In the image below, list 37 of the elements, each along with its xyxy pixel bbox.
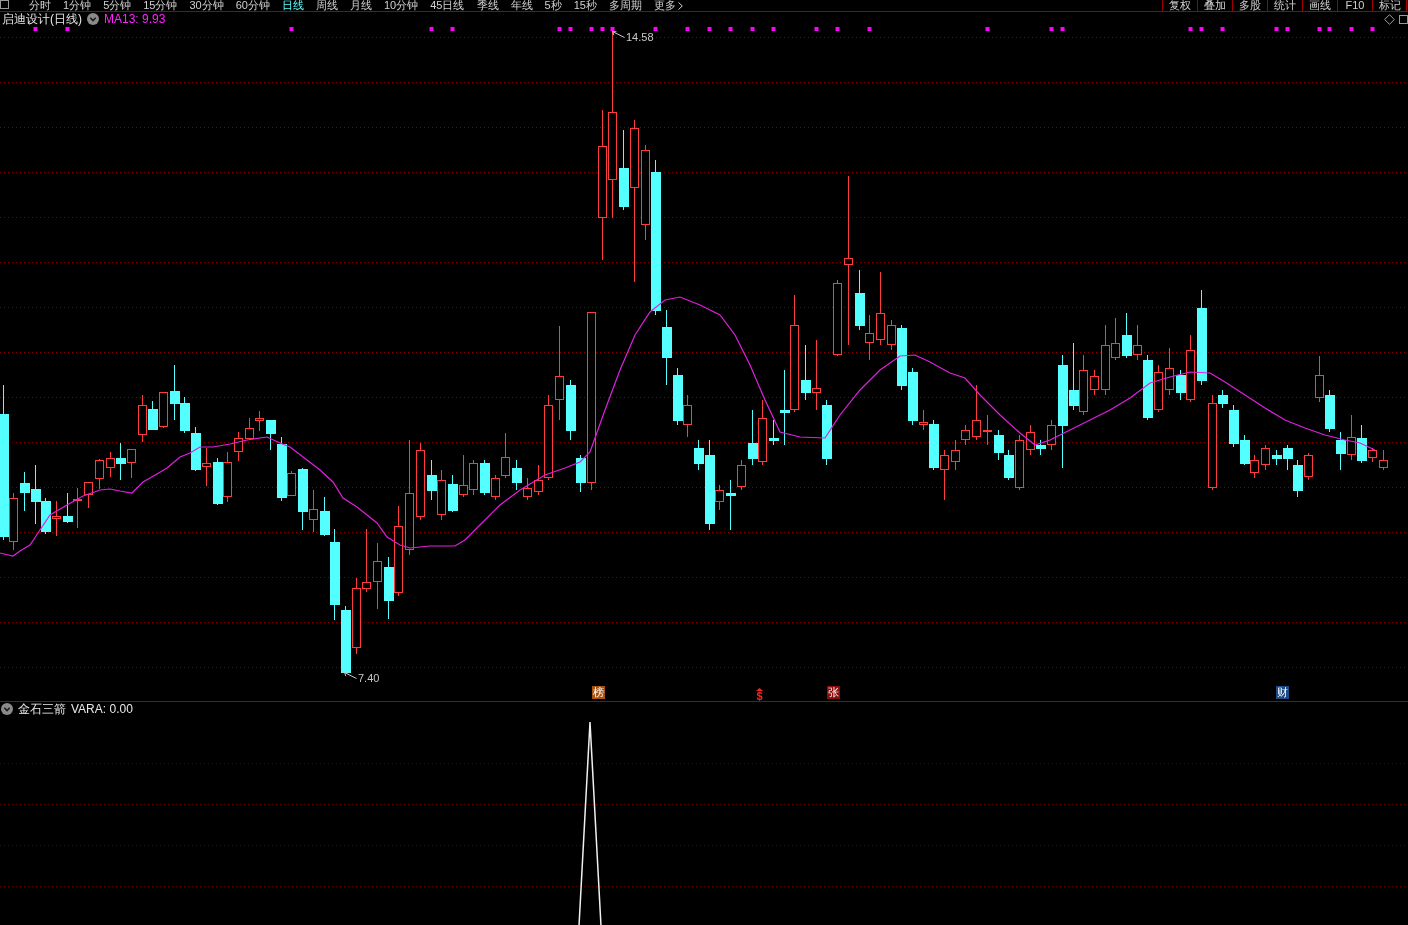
period-tab[interactable]: 15分钟 bbox=[137, 0, 184, 11]
indicator-reading: VARA: 0.00 bbox=[71, 702, 133, 716]
event-tag[interactable]: 财 bbox=[1276, 686, 1289, 699]
period-tab[interactable]: 日线 bbox=[276, 0, 310, 11]
high-price-label: 14.58 bbox=[626, 31, 654, 43]
event-tag[interactable]: 张 bbox=[827, 686, 840, 699]
period-tab[interactable]: 15秒 bbox=[567, 0, 603, 11]
event-glyph[interactable]: $ bbox=[756, 691, 763, 701]
period-tab[interactable]: 5分钟 bbox=[97, 0, 138, 11]
period-tab[interactable]: 年线 bbox=[504, 0, 539, 11]
chevron-right-icon bbox=[677, 1, 683, 10]
chevron-down-icon[interactable] bbox=[87, 13, 99, 25]
period-tab[interactable]: 5秒 bbox=[538, 0, 568, 11]
chevron-down-icon[interactable] bbox=[1, 703, 13, 715]
period-tab[interactable]: 季线 bbox=[470, 0, 505, 11]
stock-title: 启迪设计(日线) bbox=[2, 12, 82, 26]
leader-arrow-icon bbox=[344, 672, 357, 680]
period-tab[interactable]: 更多 bbox=[647, 0, 689, 11]
period-tab[interactable]: 1分钟 bbox=[57, 0, 98, 11]
period-tab[interactable]: 周线 bbox=[310, 0, 344, 11]
period-tab[interactable]: 分时 bbox=[23, 0, 57, 11]
period-tab[interactable]: 多周期 bbox=[602, 0, 648, 11]
square-icon[interactable] bbox=[1399, 14, 1408, 24]
indicator-title: 金石三箭 bbox=[18, 702, 66, 716]
period-tab[interactable]: 月线 bbox=[344, 0, 378, 11]
leader-arrow-icon bbox=[612, 31, 625, 39]
up-arrow-icon bbox=[756, 688, 763, 691]
ma-reading: MA13: 9.93 bbox=[104, 12, 166, 26]
period-tab[interactable]: 30分钟 bbox=[183, 0, 230, 11]
low-price-label: 7.40 bbox=[358, 672, 380, 684]
period-tab[interactable]: 10分钟 bbox=[378, 0, 425, 11]
toolbar-button[interactable]: 标记 bbox=[1372, 0, 1407, 11]
square-icon[interactable] bbox=[0, 0, 9, 9]
diamond-icon[interactable] bbox=[1384, 13, 1395, 25]
period-tab[interactable]: 45日线 bbox=[424, 0, 471, 11]
period-tab[interactable]: 60分钟 bbox=[229, 0, 276, 11]
event-tag[interactable]: 榜 bbox=[592, 686, 605, 699]
